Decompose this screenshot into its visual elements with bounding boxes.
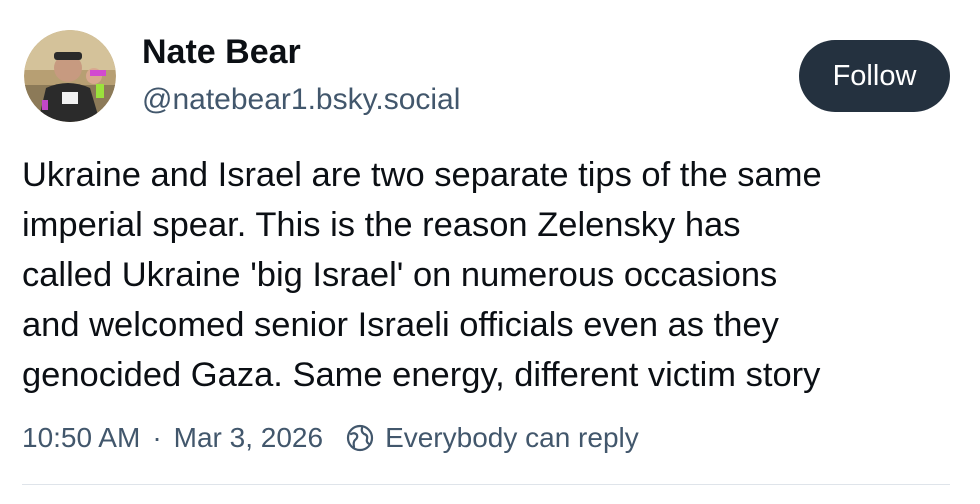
reply-setting[interactable]: Everybody can reply [385,422,639,454]
avatar[interactable] [24,30,116,122]
post-thread-item: Nate Bear @natebear1.bsky.social Follow … [0,0,980,504]
divider [22,484,950,485]
globe-icon [345,423,375,453]
author-display-name[interactable]: Nate Bear [142,30,301,74]
meta-separator: · [152,422,162,453]
post-date[interactable]: Mar 3, 2026 [174,422,323,454]
follow-button[interactable]: Follow [799,40,950,112]
author-handle[interactable]: @natebear1.bsky.social [142,80,742,120]
post-meta: 10:50 AM · Mar 3, 2026 Everybody can rep… [22,418,639,458]
post-time[interactable]: 10:50 AM [22,422,140,454]
author-block: Nate Bear @natebear1.bsky.social [142,30,742,120]
post-text: Ukraine and Israel are two separate tips… [22,156,822,394]
